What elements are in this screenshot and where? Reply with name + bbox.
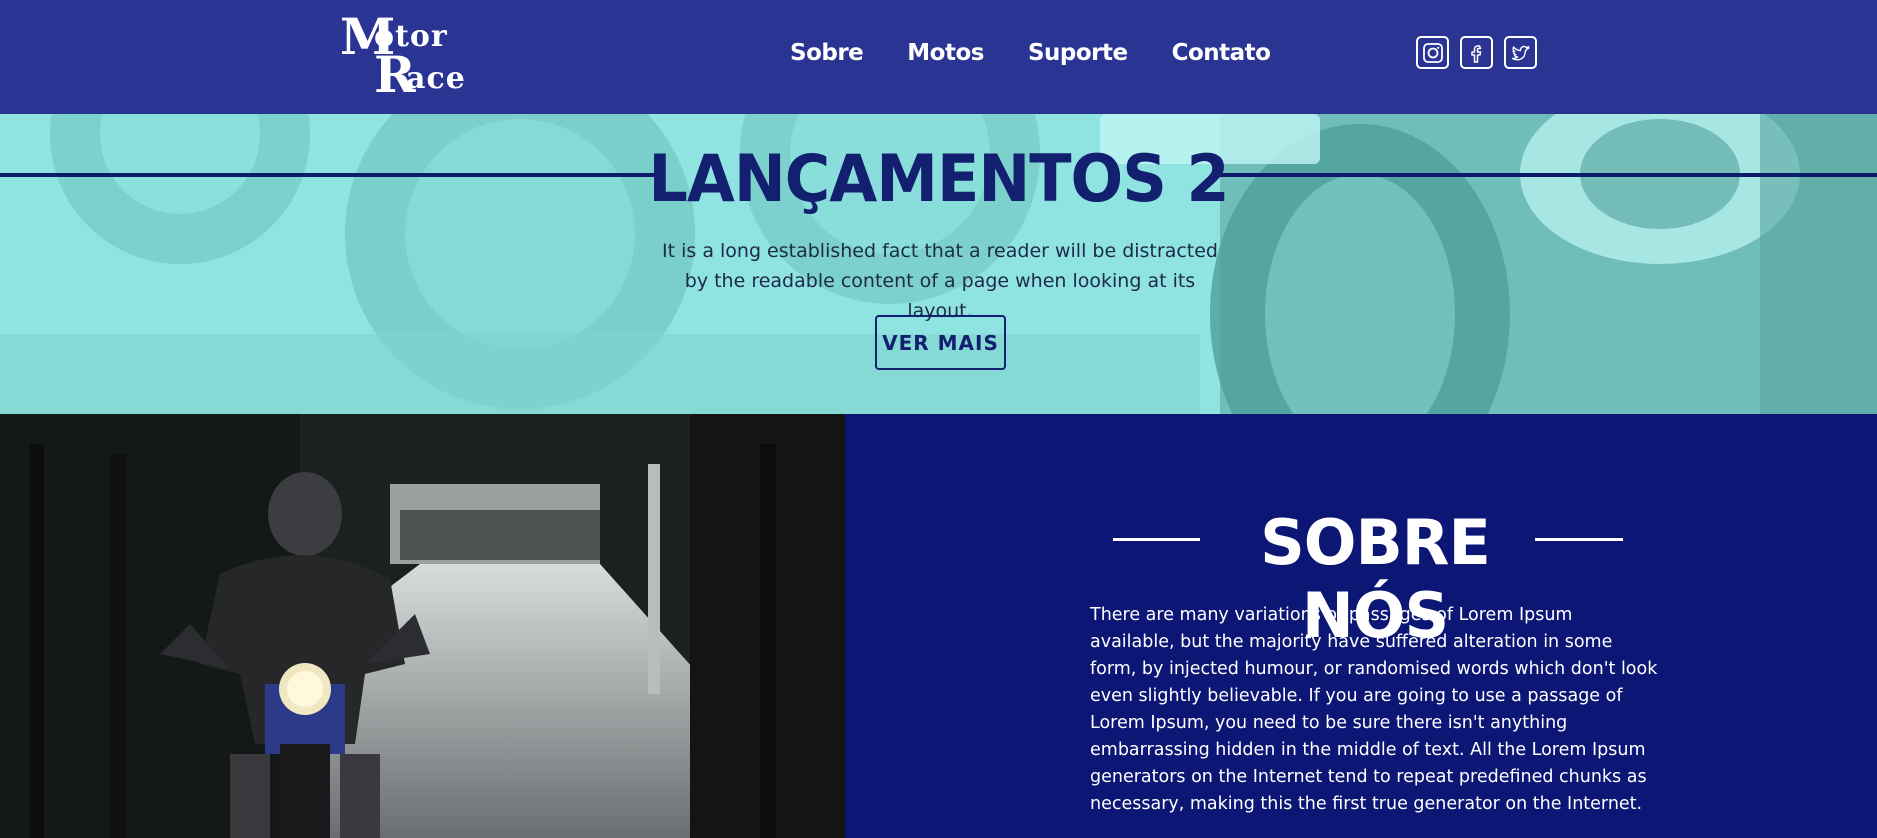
motor-race-logo[interactable]: M otor R ace <box>340 12 480 100</box>
social-links <box>1416 36 1537 69</box>
site-header: M otor R ace Sobre Motos Suporte Contato <box>0 0 1877 114</box>
launches-banner: LANÇAMENTOS 2 It is a long established f… <box>0 114 1877 414</box>
logo-text-ace: ace <box>406 61 466 96</box>
main-nav: Sobre Motos Suporte Contato <box>790 40 1314 66</box>
about-description: There are many variations of passages of… <box>1090 605 1658 814</box>
about-title-line-right <box>1535 538 1623 541</box>
rider-photo <box>0 414 845 838</box>
about-section: SOBRE NÓS There are many variations of p… <box>845 414 1877 838</box>
nav-link-suporte[interactable]: Suporte <box>1028 40 1128 66</box>
facebook-icon[interactable] <box>1460 36 1493 69</box>
banner-description: It is a long established fact that a rea… <box>662 240 1218 322</box>
ver-mais-button[interactable]: VER MAIS <box>875 315 1006 370</box>
instagram-icon[interactable] <box>1416 36 1449 69</box>
nav-link-motos[interactable]: Motos <box>907 40 984 66</box>
twitter-icon[interactable] <box>1504 36 1537 69</box>
about-title-line-left <box>1113 538 1200 541</box>
banner-title: LANÇAMENTOS 2 <box>648 140 1229 217</box>
nav-link-sobre[interactable]: Sobre <box>790 40 864 66</box>
nav-link-contato[interactable]: Contato <box>1172 40 1271 66</box>
motorcycle-rider-image <box>0 414 845 838</box>
